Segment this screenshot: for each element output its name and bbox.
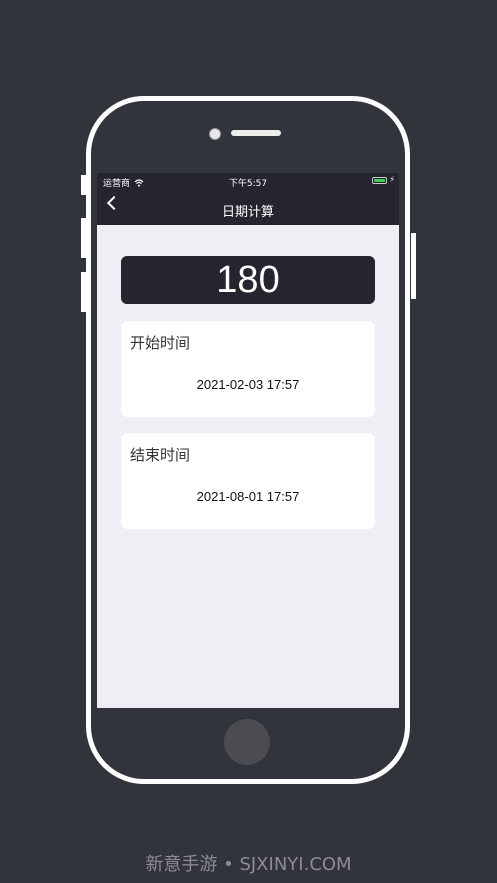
watermark-text: 新意手游 • SJXINYI.COM	[145, 854, 352, 875]
earpiece-speaker	[231, 130, 281, 136]
page-title: 日期计算	[221, 205, 274, 220]
end-time-label: 结束时间	[130, 446, 191, 464]
start-time-label: 开始时间	[130, 334, 191, 352]
battery-icon	[372, 177, 387, 184]
phone-power-button	[411, 233, 416, 299]
nav-bar: 日期计算	[97, 190, 399, 225]
end-time-card[interactable]: 结束时间 2021-08-01 17:57	[121, 433, 375, 529]
app-screen: 运营商 下午5:57 ⚡ 日期计算 180 开始时间 2021-02-03 17…	[97, 173, 399, 708]
home-button[interactable]	[224, 719, 270, 765]
start-time-card[interactable]: 开始时间 2021-02-03 17:57	[121, 321, 375, 417]
phone-mute-switch	[81, 175, 86, 195]
status-time: 下午5:57	[228, 179, 268, 189]
result-display: 180	[121, 256, 375, 304]
status-bar: 运营商 下午5:57 ⚡	[97, 173, 399, 190]
phone-volume-down	[81, 272, 86, 312]
end-time-value[interactable]: 2021-08-01 17:57	[121, 489, 375, 504]
phone-volume-up	[81, 218, 86, 258]
front-camera	[209, 128, 221, 140]
charging-bolt-icon: ⚡	[389, 175, 395, 184]
battery-level	[374, 179, 385, 182]
start-time-value[interactable]: 2021-02-03 17:57	[121, 377, 375, 392]
